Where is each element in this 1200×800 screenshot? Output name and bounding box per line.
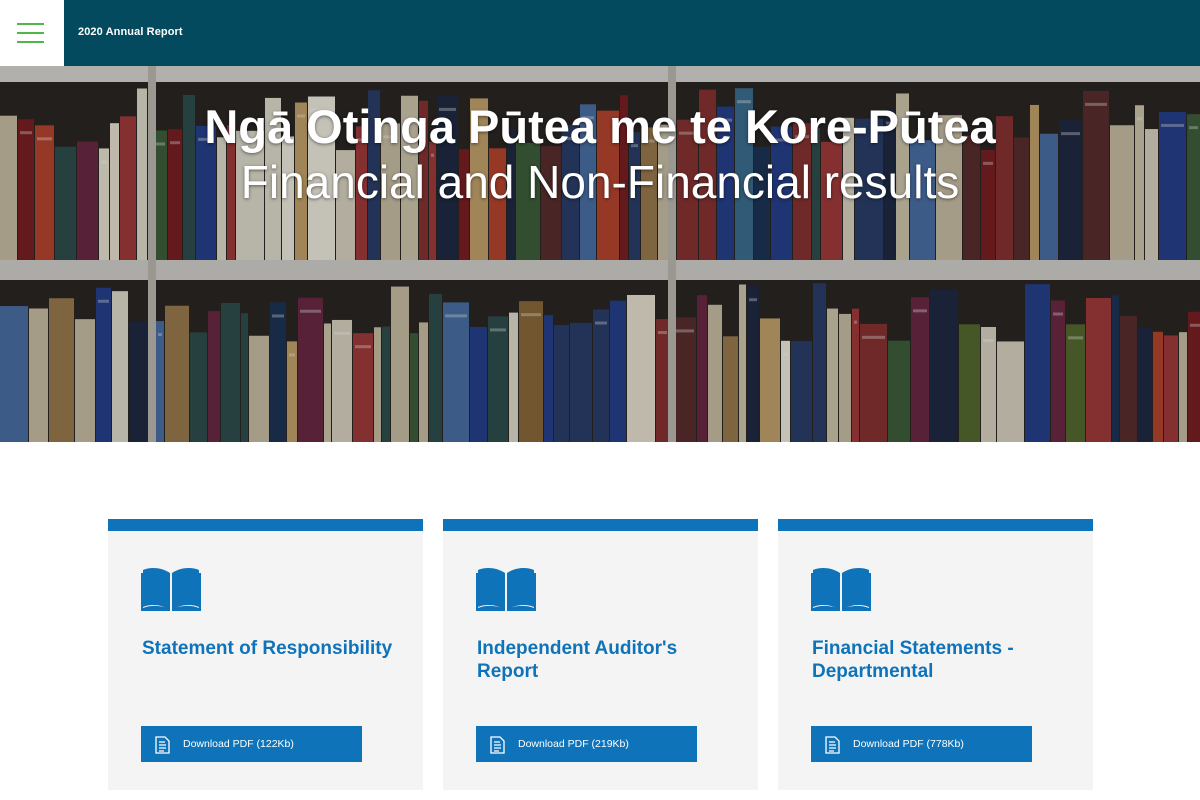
download-pdf-button[interactable]: Download PDF (219Kb): [476, 726, 697, 762]
card-independent-auditors-report: Independent Auditor's Report Download PD…: [443, 519, 758, 790]
hero-banner: Ngā Otinga Pūtea me te Kore-Pūtea Financ…: [0, 66, 1200, 442]
top-header: 2020 Annual Report: [0, 0, 1200, 66]
pdf-document-icon: [825, 736, 840, 754]
pdf-document-icon: [490, 736, 505, 754]
card-financial-statements-departmental: Financial Statements - Departmental Down…: [778, 519, 1093, 790]
download-pdf-button[interactable]: Download PDF (122Kb): [141, 726, 362, 762]
download-label: Download PDF (122Kb): [183, 738, 294, 750]
hamburger-menu-button[interactable]: [0, 0, 64, 66]
hamburger-line: [17, 41, 44, 43]
download-pdf-button[interactable]: Download PDF (778Kb): [811, 726, 1032, 762]
hero-subtitle: Financial and Non-Financial results: [240, 156, 960, 208]
download-label: Download PDF (219Kb): [518, 738, 629, 750]
pdf-document-icon: [155, 736, 170, 754]
card-title: Financial Statements - Departmental: [812, 638, 1014, 682]
open-book-icon: [811, 568, 871, 611]
download-label: Download PDF (778Kb): [853, 738, 964, 750]
hamburger-line: [17, 32, 44, 34]
card-statement-of-responsibility: Statement of Responsibility Download PDF…: [108, 519, 423, 790]
hero-title: Ngā Otinga Pūtea me te Kore-Pūtea: [204, 100, 996, 153]
open-book-icon: [476, 568, 536, 611]
hamburger-menu-icon: [17, 23, 44, 25]
card-title: Independent Auditor's Report: [477, 638, 678, 682]
site-title-link[interactable]: 2020 Annual Report: [78, 26, 183, 38]
card-title: Statement of Responsibility: [142, 638, 393, 659]
open-book-icon: [141, 568, 201, 611]
